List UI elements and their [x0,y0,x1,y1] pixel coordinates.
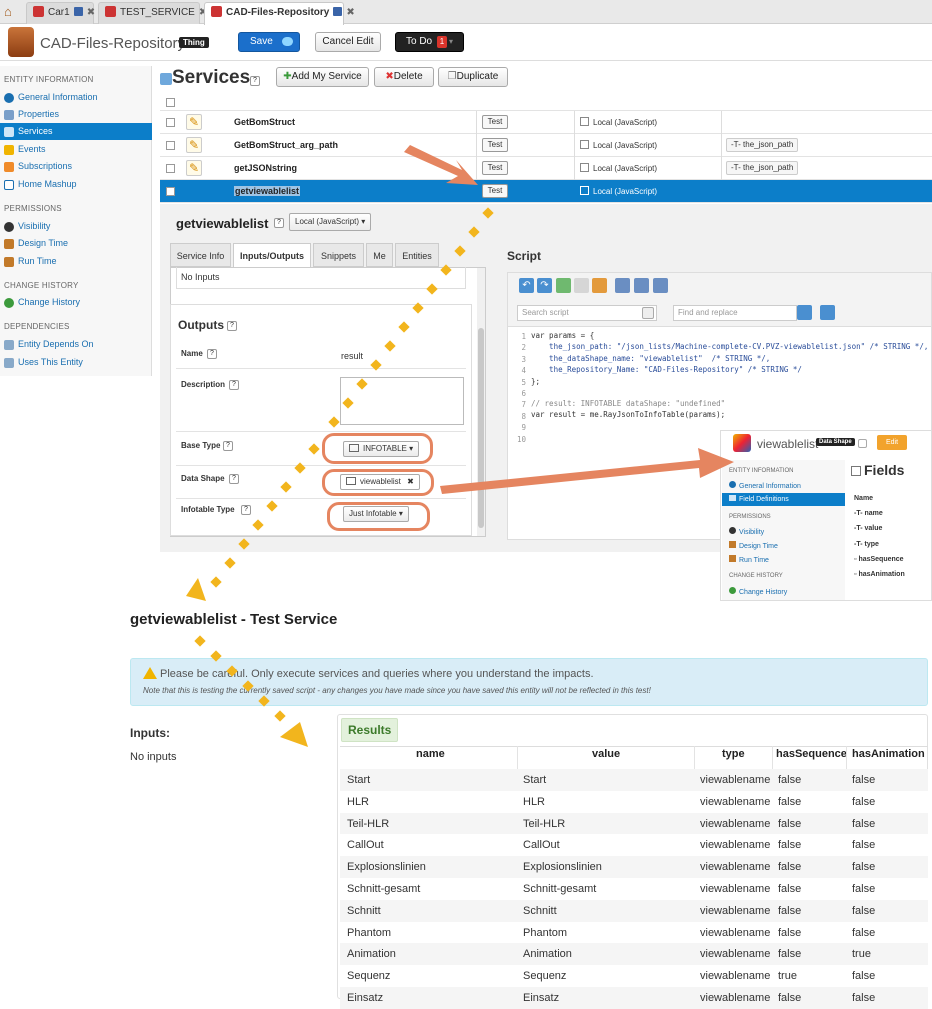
annotation-layer [186,145,734,747]
annotation-arrow-orange [440,448,734,494]
annotation-arrow-gold [186,207,494,747]
annotation-arrow-orange [404,145,478,185]
